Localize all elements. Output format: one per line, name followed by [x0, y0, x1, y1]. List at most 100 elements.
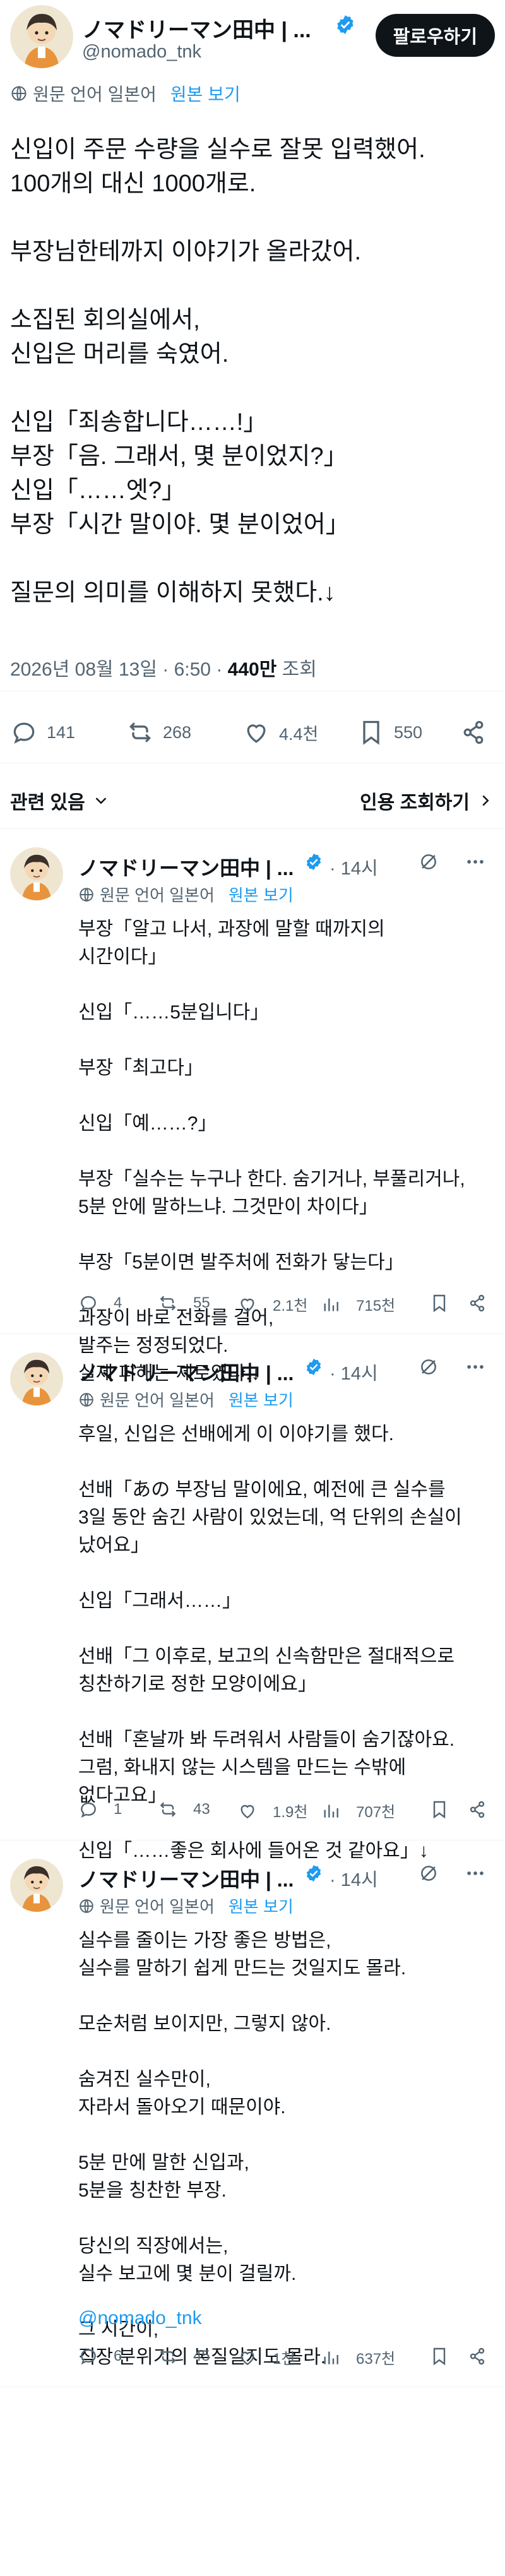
reply-button[interactable]: 1: [78, 1799, 122, 1820]
repost-button[interactable]: 45: [158, 2346, 210, 2366]
share-icon[interactable]: [467, 1293, 487, 1313]
repost-count: 43: [193, 1801, 210, 1818]
reply-avatar[interactable]: [10, 1352, 63, 1405]
related-sort-dropdown[interactable]: 관련 있음: [10, 787, 110, 814]
reply-timestamp[interactable]: · 14시: [330, 854, 378, 880]
bookmark-icon[interactable]: [429, 2346, 449, 2366]
repost-icon: [158, 2346, 187, 2366]
verified-badge-icon: [304, 1357, 323, 1376]
like-count: 1천: [273, 2351, 295, 2368]
view-label: 조회: [276, 659, 317, 680]
globe-icon: [78, 1392, 95, 1408]
views-icon: [321, 2347, 350, 2368]
reply-time: 14시: [340, 1870, 378, 1890]
repost-count: 268: [163, 722, 192, 742]
globe-icon: [10, 85, 28, 102]
reply-avatar[interactable]: [10, 1859, 63, 1912]
original-language-label: 원문 언어 일본어: [100, 886, 215, 905]
bookmark-count: 550: [394, 722, 423, 742]
related-label: 관련 있음: [10, 792, 85, 813]
like-count: 2.1천: [273, 1297, 308, 1315]
globe-icon: [78, 1898, 95, 1914]
tweet-meta: 2026년 08월 13일 · 6:50 · 440만 조회: [10, 653, 317, 681]
views-button[interactable]: 637천: [321, 2346, 395, 2368]
share-icon: [463, 720, 484, 744]
view-count: 715천: [356, 1297, 396, 1315]
original-language-label: 원문 언어 일본어: [33, 85, 157, 104]
reply-text: 후일, 신입은 선배에게 이 이야기를 했다. 선배「あの 부장님 말이에요, …: [78, 1424, 462, 1861]
tweet-date[interactable]: 2026년 08월 13일 · 6:50 ·: [10, 659, 228, 680]
reply-author-name[interactable]: ノマドリーマン田中 | ...: [78, 852, 294, 881]
share-icon[interactable]: [467, 1799, 487, 1820]
repost-icon: [129, 722, 152, 742]
view-quotes-link[interactable]: 인용 조회하기: [360, 787, 495, 814]
reply-author-name[interactable]: ノマドリーマン田中 | ...: [78, 1864, 294, 1893]
heart-icon: [237, 1294, 266, 1315]
bookmark-icon[interactable]: [429, 1293, 449, 1313]
show-original-link[interactable]: 원본 보기: [170, 81, 241, 106]
like-button[interactable]: 1천: [237, 2346, 295, 2368]
repost-button[interactable]: 43: [158, 1799, 210, 1820]
reply-button[interactable]: 141: [10, 719, 75, 746]
grok-icon: [418, 851, 439, 873]
translation-row: 원문 언어 일본어 원본 보기: [78, 1388, 294, 1411]
follow-button[interactable]: 팔로우하기: [375, 14, 495, 57]
reply-count: 6: [114, 2347, 122, 2364]
view-count: 440만: [227, 659, 277, 680]
like-count: 1.9천: [273, 1804, 308, 1821]
mention-link[interactable]: @nomado_tnk: [78, 2305, 482, 2332]
show-original-link[interactable]: 원본 보기: [229, 883, 294, 906]
reply-icon: [78, 2346, 107, 2366]
more-options-icon[interactable]: [465, 851, 486, 873]
reply-button[interactable]: 6: [78, 2346, 122, 2366]
reply-timestamp[interactable]: · 14시: [330, 1865, 378, 1892]
reply-avatar[interactable]: [10, 847, 63, 900]
views-icon: [321, 1294, 350, 1315]
repost-count: 45: [193, 2347, 210, 2364]
verified-badge-icon: [304, 852, 323, 871]
reply-count: 4: [114, 1294, 122, 1311]
main-tweet-text: 신입이 주문 수량을 실수로 잘못 입력했어. 100개의 대신 1000개로.…: [10, 136, 425, 606]
author-avatar[interactable]: [10, 5, 73, 68]
translation-row: 원문 언어 일본어 원본 보기: [78, 883, 294, 906]
heart-icon: [237, 1801, 266, 1821]
repost-button[interactable]: 55: [158, 1293, 210, 1313]
chevron-right-icon: [482, 795, 489, 806]
more-options-icon[interactable]: [465, 1863, 486, 1884]
reply-time: 14시: [340, 1364, 378, 1384]
bookmark-button[interactable]: 550: [357, 719, 422, 746]
globe-icon: [78, 886, 95, 903]
views-button[interactable]: 707천: [321, 1799, 395, 1822]
translation-row: 원문 언어 일본어 원본 보기: [78, 1894, 294, 1917]
reply-icon: [13, 722, 35, 744]
reply-author-name[interactable]: ノマドリーマン田中 | ...: [78, 1357, 294, 1386]
reply-icon: [78, 1799, 107, 1820]
like-button[interactable]: 4.4천: [242, 719, 318, 746]
main-action-bar: 141 268 4.4천 550: [0, 701, 505, 764]
share-icon[interactable]: [467, 2346, 487, 2366]
bookmark-icon[interactable]: [429, 1799, 449, 1820]
grok-icon: [418, 1356, 439, 1378]
repost-icon: [158, 1293, 187, 1313]
reply-text: 부장「알고 나서, 과장에 말할 때까지의 시간이다」 신입「……5분입니다」 …: [78, 919, 465, 1384]
heart-icon: [237, 2347, 266, 2368]
author-name[interactable]: ノマドリーマン田中 | ...: [82, 13, 311, 44]
share-button[interactable]: [460, 719, 496, 746]
reply-button[interactable]: 4: [78, 1293, 122, 1313]
more-options-icon[interactable]: [465, 1356, 486, 1378]
repost-count: 55: [193, 1294, 210, 1311]
repost-button[interactable]: 268: [126, 719, 191, 746]
show-original-link[interactable]: 원본 보기: [229, 1388, 294, 1411]
reply-divider: [0, 1333, 505, 1334]
chevron-down-icon: [95, 797, 107, 804]
views-button[interactable]: 715천: [321, 1293, 395, 1315]
heart-icon: [247, 724, 266, 743]
quotes-label: 인용 조회하기: [360, 792, 470, 813]
reply-timestamp[interactable]: · 14시: [330, 1359, 378, 1385]
like-button[interactable]: 2.1천: [237, 1293, 307, 1315]
show-original-link[interactable]: 원본 보기: [229, 1894, 294, 1917]
like-button[interactable]: 1.9천: [237, 1799, 307, 1822]
author-handle[interactable]: @nomado_tnk: [82, 42, 201, 63]
verified-badge-icon: [335, 14, 356, 35]
reply-count: 1: [114, 1801, 122, 1818]
